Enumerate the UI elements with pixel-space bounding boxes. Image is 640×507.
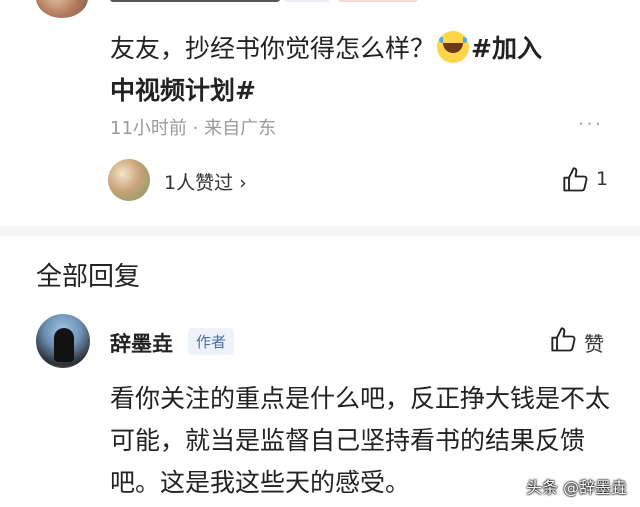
meta-separator: · — [192, 118, 199, 139]
likers-link[interactable]: 1人赞过 › — [164, 168, 247, 195]
post-content: 友友，抄经书你觉得怎么样？ #加入 中视频计划# — [110, 28, 610, 112]
crying-laughing-emoji-icon — [437, 31, 470, 63]
author-badge-cropped-2 — [338, 0, 418, 2]
more-options-icon[interactable]: ··· — [578, 112, 603, 136]
post-location: 来自广东 — [204, 118, 277, 139]
thumbs-up-icon[interactable] — [562, 166, 590, 194]
post-text: 友友，抄经书你觉得怎么样？ — [110, 34, 436, 63]
reply-author-avatar[interactable] — [36, 314, 90, 368]
section-divider — [0, 226, 640, 236]
replies-title: 全部回复 — [36, 262, 141, 292]
like-count: 1 — [596, 168, 609, 190]
like-button[interactable]: 赞 — [584, 328, 604, 357]
reply-author-name[interactable]: 辞墨垚 — [110, 328, 173, 358]
author-name-cropped — [110, 0, 280, 2]
author-badge: 作者 — [188, 328, 235, 355]
post-time: 11小时前 — [110, 118, 187, 139]
watermark: 头条 @辞墨垚 — [526, 478, 628, 497]
thumbs-up-icon[interactable] — [550, 326, 578, 354]
liker-avatar[interactable] — [108, 159, 150, 201]
author-avatar-cropped[interactable] — [36, 0, 88, 18]
post-meta: 11小时前 · 来自广东 — [110, 114, 276, 140]
author-badge-cropped — [284, 0, 330, 2]
